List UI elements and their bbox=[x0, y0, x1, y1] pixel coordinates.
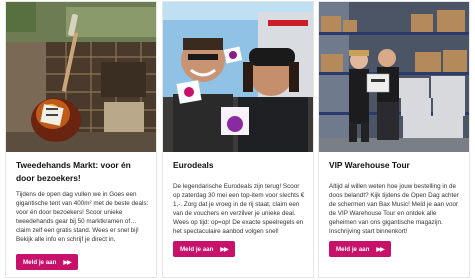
card-title: VIP Warehouse Tour bbox=[329, 160, 410, 170]
button-label: Meld je aan bbox=[336, 245, 370, 253]
card-description: Altijd al willen weten hoe jouw bestelli… bbox=[329, 183, 459, 236]
eurodeals-photo bbox=[163, 2, 313, 152]
event-card-market: Tweedehands Markt: voor én door bezoeker… bbox=[5, 1, 157, 278]
double-chevron-right-icon: ▶▶ bbox=[63, 259, 71, 266]
card-image-eurodeals bbox=[163, 2, 313, 152]
warehouse-photo bbox=[319, 2, 469, 152]
double-chevron-right-icon: ▶▶ bbox=[220, 246, 228, 253]
card-title: Eurodeals bbox=[173, 160, 214, 170]
register-button-eurodeals[interactable]: Meld je aan ▶▶ bbox=[173, 241, 235, 257]
event-card-eurodeals: Eurodeals De legendarische Eurodeals zij… bbox=[162, 1, 314, 278]
card-description: Tijdens de open dag vullen we in Goes ee… bbox=[16, 191, 149, 244]
card-title: Tweedehands Markt: voor én door bezoeker… bbox=[16, 160, 131, 183]
card-image-warehouse bbox=[319, 2, 469, 152]
card-description: De legendarische Eurodeals zijn terug! S… bbox=[173, 183, 305, 236]
button-label: Meld je aan bbox=[180, 245, 214, 253]
event-card-warehouse: VIP Warehouse Tour Altijd al willen wete… bbox=[318, 1, 470, 278]
register-button-warehouse[interactable]: Meld je aan ▶▶ bbox=[329, 241, 391, 257]
register-button-market[interactable]: Meld je aan ▶▶ bbox=[16, 254, 78, 270]
button-label: Meld je aan bbox=[23, 258, 57, 266]
card-image-market bbox=[6, 2, 156, 152]
guitar-photo bbox=[6, 2, 156, 152]
double-chevron-right-icon: ▶▶ bbox=[376, 246, 384, 253]
